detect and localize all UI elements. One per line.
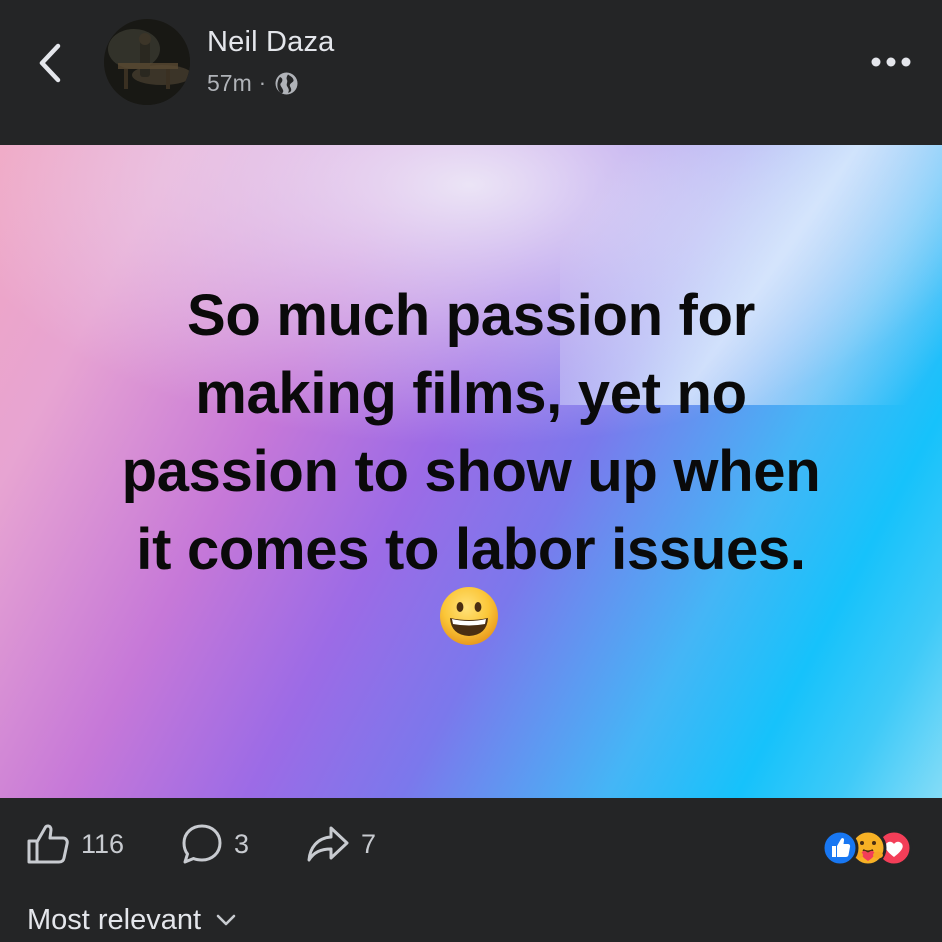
post-timestamp[interactable]: 57m <box>207 70 252 97</box>
post-text-line: making films, yet no <box>195 361 747 426</box>
post-meta: 57m · <box>207 68 299 98</box>
post-action-bar: 116 3 7 <box>0 798 942 888</box>
more-options-button[interactable] <box>870 52 912 72</box>
author-name[interactable]: Neil Daza <box>207 26 335 59</box>
avatar-photo <box>104 19 190 105</box>
back-button[interactable] <box>30 38 70 88</box>
chevron-down-icon <box>216 914 236 926</box>
grinning-face-emoji <box>440 587 498 645</box>
post-text-line: passion to show up when <box>121 439 821 504</box>
like-count: 116 <box>81 828 125 859</box>
like-reaction-icon <box>821 829 859 867</box>
post-header: Neil Daza 57m · <box>0 0 942 145</box>
comment-bubble-icon <box>182 824 222 864</box>
comment-button[interactable]: 3 <box>180 822 249 866</box>
thumbs-up-icon <box>27 824 69 864</box>
post-text-line: it comes to labor issues. <box>136 517 806 582</box>
share-arrow-icon <box>307 826 349 862</box>
comment-sort-dropdown[interactable]: Most relevant <box>27 900 237 940</box>
reaction-icons-group <box>821 829 913 867</box>
globe-icon[interactable] <box>274 71 299 96</box>
share-count: 7 <box>361 828 377 859</box>
sort-label: Most relevant <box>27 903 202 936</box>
chevron-left-icon <box>39 43 61 83</box>
share-button[interactable]: 7 <box>305 822 376 866</box>
reaction-summary[interactable] <box>816 828 916 868</box>
post-text-line: So much passion for <box>187 283 755 348</box>
post-text: So much passion for making films, yet no… <box>40 277 902 589</box>
meta-separator: · <box>258 70 267 95</box>
like-button[interactable]: 116 <box>25 822 124 866</box>
comment-count: 3 <box>234 828 250 859</box>
more-horizontal-icon <box>871 57 911 67</box>
avatar[interactable] <box>104 19 190 105</box>
post-content-card[interactable]: So much passion for making films, yet no… <box>0 145 942 798</box>
